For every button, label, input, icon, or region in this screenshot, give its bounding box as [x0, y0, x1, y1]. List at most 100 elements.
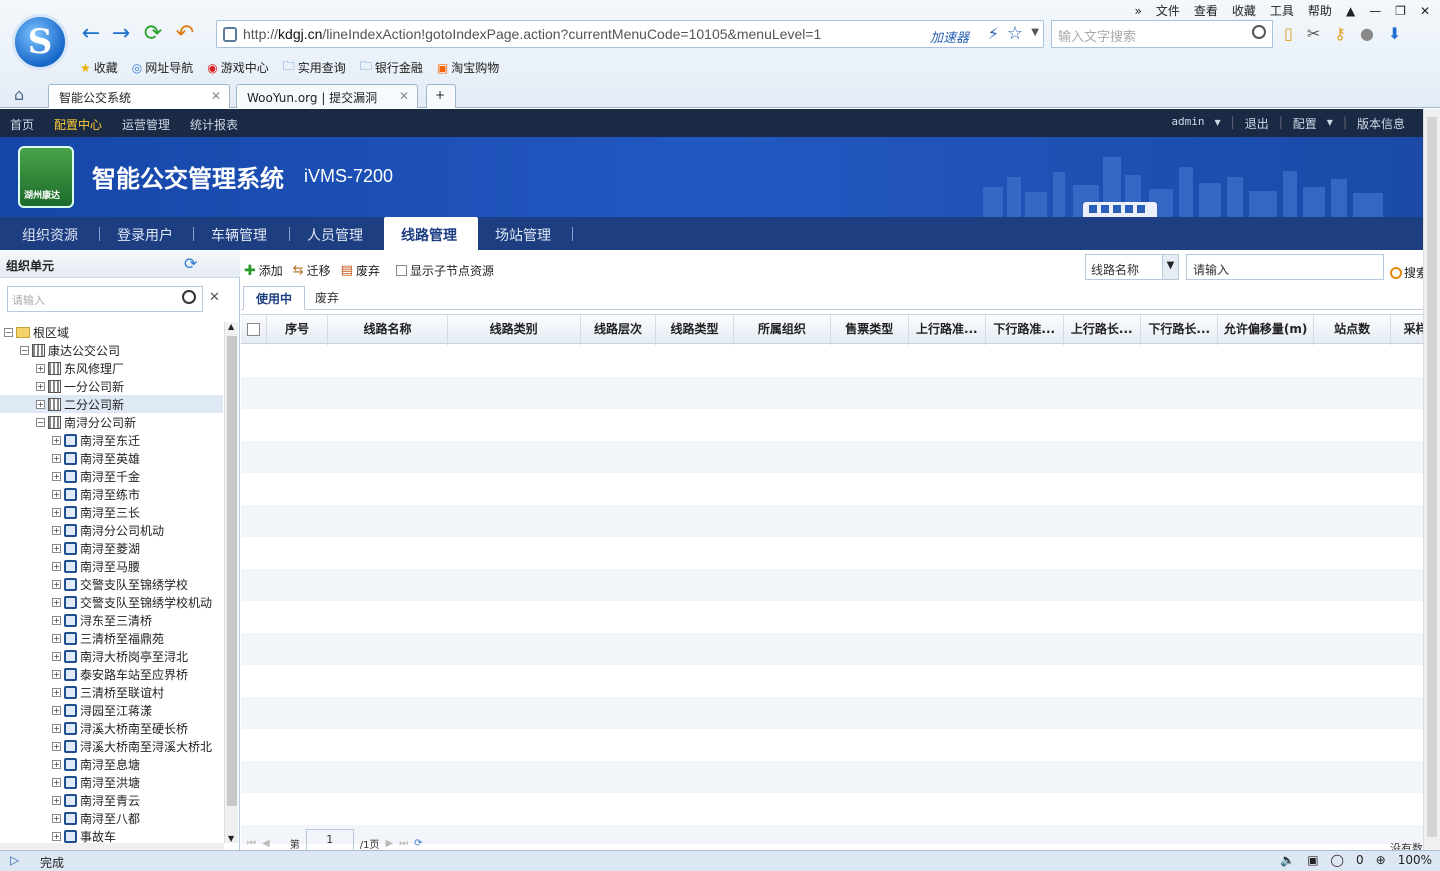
menu-favorites[interactable]: 收藏 [1232, 2, 1256, 19]
chevron-down-icon[interactable]: ▼ [1031, 27, 1039, 38]
back-icon[interactable]: ← [78, 22, 104, 48]
star-icon[interactable]: ☆ [1007, 23, 1023, 44]
zoom-level[interactable]: 100% [1398, 853, 1432, 867]
bookmark-bank[interactable]: 🗀 银行金融 [360, 57, 423, 78]
tree-node[interactable]: + 浔溪大桥南至浔溪大桥北 [52, 737, 212, 755]
tree-node[interactable]: + 南浔至马腰 [52, 557, 140, 575]
expand-toggle-icon[interactable]: + [52, 651, 61, 661]
tree-node[interactable]: + 东风修理厂 [36, 359, 124, 377]
expand-toggle-icon[interactable]: + [52, 489, 61, 499]
expand-toggle-icon[interactable]: + [52, 615, 61, 625]
home-icon[interactable]: ⌂ [14, 85, 24, 104]
key-icon[interactable]: ⚷ [1334, 24, 1346, 43]
undo-icon[interactable]: ↶ [172, 22, 198, 48]
tree-node[interactable]: − 根区域 [4, 323, 69, 341]
column-header[interactable]: 线路名称 [328, 315, 448, 345]
expand-toggle-icon[interactable]: + [36, 363, 45, 373]
tree-node[interactable]: + 南浔至洪塘 [52, 773, 140, 791]
tree-node[interactable]: + 泰安路车站至应界桥 [52, 665, 188, 683]
tree-node[interactable]: + 三清桥至联谊村 [52, 683, 164, 701]
expand-toggle-icon[interactable]: + [52, 795, 61, 805]
expand-toggle-icon[interactable]: + [52, 435, 61, 445]
sidebar-icon[interactable]: ▷ [10, 853, 19, 867]
column-header[interactable]: 售票类型 [831, 315, 909, 345]
clear-icon[interactable]: ✕ [209, 290, 220, 305]
sidebar-toggle-icon[interactable]: ▯ [1284, 24, 1293, 43]
column-header[interactable]: 允许偏移量(m) [1218, 315, 1314, 345]
last-page-icon[interactable]: ⏭ [399, 838, 408, 849]
scissors-icon[interactable]: ✂ [1307, 24, 1320, 43]
tree-node[interactable]: + 三清桥至福鼎苑 [52, 629, 164, 647]
expand-toggle-icon[interactable]: + [52, 579, 61, 589]
menu-view[interactable]: 查看 [1194, 2, 1218, 19]
tree-node[interactable]: + 南浔至千金 [52, 467, 140, 485]
menu-file[interactable]: 文件 [1156, 2, 1180, 19]
menu-help[interactable]: 帮助 [1308, 2, 1332, 19]
chevron-down-icon[interactable]: ▼ [1215, 115, 1221, 132]
tree-scrollbar[interactable]: ▲ ▼ [224, 322, 238, 843]
scroll-up-icon[interactable]: ▲ [228, 322, 234, 331]
chevron-down-icon[interactable]: ▼ [1327, 115, 1333, 132]
expand-toggle-icon[interactable]: + [36, 399, 45, 409]
column-header[interactable]: 下行路准... [986, 315, 1064, 345]
tree-node[interactable]: + 二分公司新 [0, 395, 223, 413]
tab-discarded[interactable]: 废弃 [303, 286, 351, 310]
tree-node[interactable]: + 南浔至练市 [52, 485, 140, 503]
tree-node[interactable]: + 南浔大桥岗亭至浔北 [52, 647, 188, 665]
download-icon[interactable]: ⬇ [1388, 24, 1401, 43]
expand-toggle-icon[interactable]: + [52, 597, 61, 607]
prev-page-icon[interactable]: ◀ [262, 838, 270, 849]
menu-tools[interactable]: 工具 [1270, 2, 1294, 19]
column-header[interactable]: 采样 [1391, 315, 1423, 345]
expand-toggle-icon[interactable]: + [52, 453, 61, 463]
close-tab-icon[interactable]: ✕ [399, 89, 409, 103]
tree-hscrollbar[interactable] [0, 843, 224, 850]
tab-wooyun[interactable]: WooYun.org | 提交漏洞 ✕ [236, 84, 418, 108]
column-header[interactable]: 线路类型 [656, 315, 734, 345]
expand-toggle-icon[interactable]: + [52, 525, 61, 535]
column-header[interactable]: 线路类别 [448, 315, 581, 345]
bookmark-nav[interactable]: ◎ 网址导航 [132, 59, 194, 76]
tree-node[interactable]: + 南浔至三长 [52, 503, 140, 521]
tree-node[interactable]: + 浔溪大桥南至硬长桥 [52, 719, 188, 737]
tree-node[interactable]: + 交警支队至锦绣学校 [52, 575, 188, 593]
search-button[interactable]: 搜索 [1390, 264, 1423, 281]
settings-link[interactable]: 配置 [1293, 115, 1317, 132]
tree-node[interactable]: + 南浔至息塘 [52, 755, 140, 773]
expand-toggle-icon[interactable]: + [52, 471, 61, 481]
minimize-icon[interactable]: — [1369, 4, 1381, 18]
column-header[interactable]: 下行路长... [1141, 315, 1219, 345]
filter-field-select[interactable]: 线路名称 ▼ [1085, 254, 1179, 280]
tree-node[interactable]: + 南浔至青云 [52, 791, 140, 809]
expand-toggle-icon[interactable]: + [36, 381, 45, 391]
add-button[interactable]: ✚ 添加 [244, 262, 283, 279]
column-header[interactable]: 序号 [267, 315, 329, 345]
refresh-icon[interactable]: ⟳ [184, 254, 197, 273]
scroll-down-icon[interactable]: ▼ [228, 834, 234, 843]
column-header[interactable]: 站点数 [1314, 315, 1392, 345]
expand-toggle-icon[interactable]: + [52, 831, 61, 841]
more-icon[interactable]: ● [1360, 24, 1374, 43]
expand-toggle-icon[interactable]: + [52, 813, 61, 823]
expand-toggle-icon[interactable]: + [52, 507, 61, 517]
tree-search-input[interactable]: 请输入 [7, 286, 203, 312]
tab-org-resources[interactable]: 组织资源 [22, 217, 78, 250]
search-icon[interactable] [182, 290, 196, 304]
expand-toggle-icon[interactable]: + [52, 777, 61, 787]
first-page-icon[interactable]: ⏮ [247, 838, 256, 849]
expand-toggle-icon[interactable]: + [52, 741, 61, 751]
bookmark-favorites[interactable]: ★ 收藏 [80, 59, 118, 76]
next-page-icon[interactable]: ▶ [385, 838, 393, 849]
search-icon[interactable] [1252, 25, 1266, 39]
expand-toggle-icon[interactable]: + [52, 705, 61, 715]
browser-search-input[interactable]: 输入文字搜索 [1051, 20, 1273, 48]
tab-smart-bus[interactable]: 智能公交系统 ✕ [48, 84, 230, 108]
user-name[interactable]: admin [1171, 115, 1204, 132]
page-scrollbar[interactable] [1423, 109, 1440, 850]
tree-node[interactable]: − 康达公交公司 [20, 341, 120, 359]
expand-toggle-icon[interactable]: − [20, 345, 29, 355]
discard-button[interactable]: ▤ 废弃 [341, 262, 380, 279]
forward-icon[interactable]: → [108, 22, 134, 48]
column-header[interactable]: 线路层次 [581, 315, 657, 345]
expand-toggle-icon[interactable]: + [52, 543, 61, 553]
